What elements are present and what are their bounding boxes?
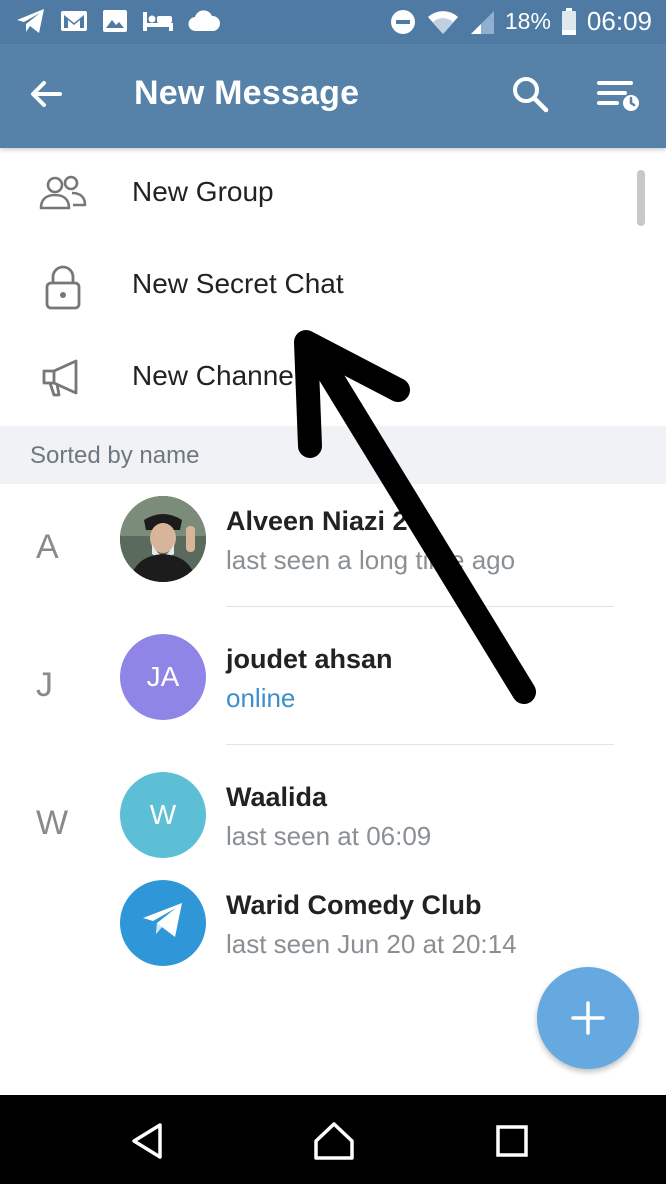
signal-icon	[469, 9, 495, 35]
contact-name: joudet ahsan	[226, 644, 393, 674]
nav-home-button[interactable]	[310, 1117, 358, 1165]
back-arrow-icon	[26, 81, 66, 118]
contact-row[interactable]: A Alveen Niazi 2 last seen a long time a…	[0, 488, 666, 608]
section-header-label: Sorted by name	[30, 442, 200, 469]
nav-recents-icon	[488, 1125, 536, 1169]
contact-name: Warid Comedy Club	[226, 890, 482, 920]
menu-item-new-secret-chat[interactable]: New Secret Chat	[0, 240, 666, 332]
contact-row[interactable]: J JA joudet ahsan online	[0, 626, 666, 746]
battery-percent: 18%	[504, 8, 551, 34]
page-title: New Message	[134, 74, 360, 112]
lock-icon	[38, 264, 88, 310]
nav-back-icon	[124, 1123, 172, 1169]
divider	[226, 606, 614, 607]
section-header: Sorted by name	[0, 426, 666, 484]
wifi-icon	[427, 9, 459, 35]
contact-status: online	[226, 683, 296, 713]
bed-icon	[142, 9, 174, 33]
index-letter: J	[36, 666, 53, 704]
avatar-photo	[120, 496, 206, 582]
nav-home-icon	[310, 1122, 358, 1169]
back-button[interactable]	[26, 74, 74, 118]
nav-back-button[interactable]	[124, 1117, 172, 1165]
contact-status: last seen Jun 20 at 20:14	[226, 929, 517, 959]
contact-row[interactable]: W W Waalida last seen at 06:09	[0, 764, 666, 884]
clock: 06:09	[586, 6, 652, 36]
contact-status: last seen at 06:09	[226, 821, 432, 851]
status-notification-icons	[16, 8, 220, 34]
menu-item-label: New Group	[132, 176, 274, 207]
system-nav-bar	[0, 1095, 666, 1184]
telegram-icon	[16, 8, 46, 34]
search-icon	[510, 77, 550, 118]
menu-item-new-group[interactable]: New Group	[0, 148, 666, 240]
avatar	[120, 496, 206, 582]
contact-name: Alveen Niazi 2	[226, 506, 408, 536]
app-bar: New Message	[0, 44, 666, 148]
index-letter: A	[36, 528, 59, 566]
dnd-icon	[389, 8, 417, 36]
megaphone-icon	[38, 356, 88, 400]
contact-status: last seen a long time ago	[226, 545, 516, 575]
menu-item-new-channel[interactable]: New Channel	[0, 332, 666, 424]
scrollbar[interactable]	[637, 170, 645, 226]
telegram-icon	[141, 900, 185, 947]
sort-button[interactable]	[595, 74, 643, 118]
add-contact-button[interactable]	[537, 967, 639, 1069]
sort-icon	[595, 81, 641, 118]
menu-item-label: New Channel	[132, 360, 301, 391]
contact-name: Waalida	[226, 782, 328, 812]
avatar	[120, 880, 206, 966]
index-letter: W	[36, 804, 69, 842]
avatar: JA	[120, 634, 206, 720]
new-message-menu: New Group New Secret Chat New Channel	[0, 148, 666, 424]
search-button[interactable]	[510, 74, 554, 118]
status-system-icons: 18% 06:09	[389, 6, 652, 37]
avatar: W	[120, 772, 206, 858]
status-bar: 18% 06:09	[0, 0, 666, 44]
gmail-icon	[60, 9, 88, 33]
gallery-icon	[102, 9, 128, 33]
cloud-icon	[188, 10, 220, 32]
battery-icon	[561, 7, 577, 36]
menu-item-label: New Secret Chat	[132, 268, 344, 299]
nav-recents-button[interactable]	[488, 1117, 536, 1165]
divider	[226, 744, 614, 745]
group-icon	[38, 172, 88, 216]
